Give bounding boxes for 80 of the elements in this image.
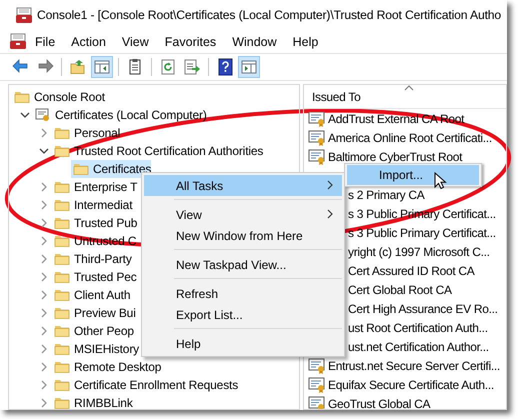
folder-icon [54, 323, 70, 339]
certificate-icon [308, 357, 326, 374]
column-header[interactable]: Issued To [304, 85, 506, 109]
folder-icon [54, 359, 70, 375]
mouse-pointer-icon [434, 172, 448, 191]
folder-icon [54, 395, 70, 409]
menu-item[interactable]: Help [144, 333, 342, 354]
folder-icon [54, 125, 70, 141]
tree-item[interactable]: Enterprise T [52, 178, 138, 196]
menu-item[interactable]: View [144, 204, 342, 225]
tree-item[interactable]: Trusted Root Certification Authorities [52, 142, 264, 160]
list-item[interactable]: Cert Assured ID Root CA [348, 264, 474, 278]
folder-icon [54, 233, 70, 249]
certificate-icon [308, 129, 326, 146]
tree-item[interactable]: Remote Desktop [52, 358, 162, 376]
list-item[interactable]: America Online Root Certificati... [328, 130, 492, 144]
up-folder-icon [69, 58, 87, 76]
menu-item[interactable]: Help [284, 34, 326, 48]
list-item[interactable]: s 2 Primary CA [348, 188, 424, 202]
menu-item[interactable]: Action [63, 34, 114, 48]
menu-item[interactable]: File [27, 34, 64, 48]
list-item[interactable]: Cert Global Root CA [348, 282, 452, 296]
tree-item[interactable]: Client Auth [52, 286, 130, 304]
tree-pane-icon [93, 58, 111, 76]
tree-item[interactable]: RIMBBLink [52, 394, 133, 409]
folder-icon [73, 161, 89, 177]
window-title: Console1 - [Console Root\Certificates (Local Computer)\Trusted Root Certification Autho [37, 8, 502, 22]
menu-item[interactable]: Import... [347, 165, 479, 185]
tree-item[interactable]: Certificates (Local Computer) [33, 106, 207, 124]
menu-item[interactable]: All Tasks [144, 175, 342, 196]
sort-caret-icon [404, 85, 414, 91]
tree-item[interactable]: Trusted Pec [52, 268, 137, 286]
folder-icon [54, 341, 70, 357]
menu-item[interactable]: Favorites [156, 34, 224, 48]
list-item[interactable]: GeoTrust Global CA [328, 396, 430, 409]
list-item[interactable]: Cert High Assurance EV Ro... [348, 302, 498, 316]
export-list-icon [183, 58, 201, 76]
menu-item[interactable]: View [114, 34, 157, 48]
folder-icon [54, 269, 70, 285]
refresh-icon [159, 58, 177, 76]
action-pane-icon [240, 58, 258, 76]
list-item[interactable]: ust Root Certification Auth... [348, 320, 488, 334]
tree-pane-button[interactable] [91, 56, 113, 78]
folder-icon [54, 179, 70, 195]
menu-item[interactable]: Window [224, 34, 285, 48]
certificate-icon [308, 110, 326, 127]
certificate-icon [308, 148, 326, 165]
tree-item[interactable]: Personal [52, 124, 120, 142]
tree-item[interactable]: Intermediat [52, 196, 132, 214]
app-icon [9, 33, 27, 50]
list-item[interactable]: Entrust.net Secure Server Certifi... [328, 358, 500, 372]
tree-item[interactable]: Certificate Enrollment Requests [52, 376, 238, 394]
tree-item[interactable]: Preview Bui [52, 304, 136, 322]
menu-item[interactable]: New Window from Here [144, 225, 342, 246]
action-pane-button[interactable] [238, 56, 260, 78]
tree-item[interactable]: MSIEHistory [52, 340, 140, 358]
folder-icon [14, 89, 30, 105]
folder-icon [54, 143, 70, 159]
folder-icon [54, 287, 70, 303]
certificate-store-icon [35, 107, 51, 123]
list-item[interactable]: yright (c) 1997 Microsoft C... [348, 244, 490, 258]
app-icon [15, 6, 33, 24]
folder-icon [54, 215, 70, 231]
list-item[interactable]: ust.net Certification Author... [348, 340, 489, 354]
menu-item[interactable]: New Taskpad View... [144, 254, 342, 275]
list-item[interactable]: Equifax Secure Certificate Auth... [328, 378, 494, 392]
folder-icon [54, 251, 70, 267]
menu-item[interactable]: Refresh [144, 283, 342, 304]
tree-item[interactable]: Console Root [12, 88, 105, 106]
folder-icon [54, 305, 70, 321]
tree-item[interactable]: Other Peop [52, 322, 134, 340]
tree-item[interactable]: Certificates [71, 160, 152, 178]
folder-icon [54, 377, 70, 393]
menu-item[interactable]: Export List... [144, 304, 342, 325]
tree-item[interactable]: Trusted Pub [52, 214, 138, 232]
list-item[interactable]: Baltimore CyberTrust Root [328, 150, 462, 164]
certificate-icon [308, 376, 326, 393]
folder-icon [54, 197, 70, 213]
help-icon [216, 58, 234, 76]
tree-item[interactable]: Third-Party [52, 250, 132, 268]
